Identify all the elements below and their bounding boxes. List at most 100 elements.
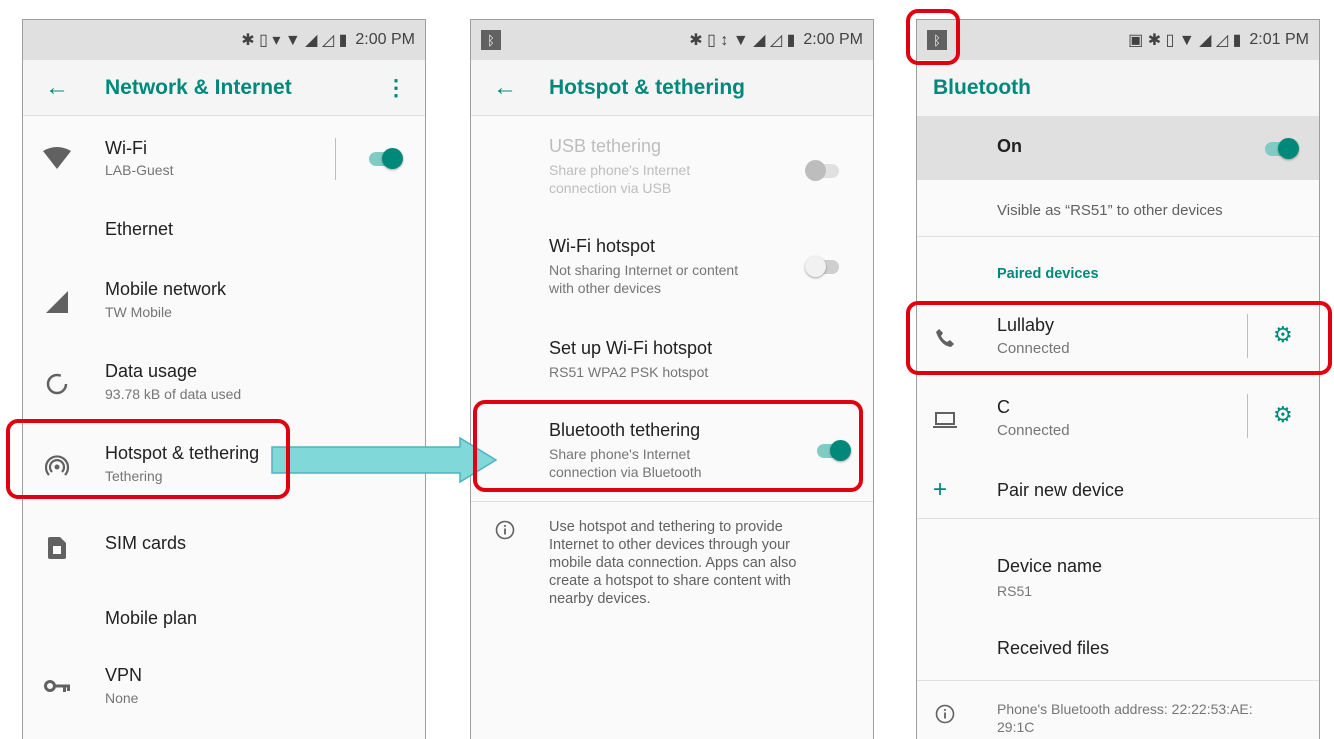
status-icons: ▣ ✱ ▯ ▼ ◢ ◿ ▮ (1128, 32, 1242, 49)
pair-new-device[interactable]: + Pair new device (917, 466, 1319, 516)
laptop-icon (931, 406, 959, 434)
item-subtitle: Share phone's Internet (549, 162, 691, 178)
status-bar: ᛒ ✱ ▯ ↕ ▼ ◢ ◿ ▮ 2:00 PM (471, 20, 873, 60)
list-item-wifi-hotspot[interactable]: Wi-Fi hotspot Not sharing Internet or co… (471, 226, 873, 306)
item-subtitle: LAB-Guest (105, 162, 174, 178)
section-header: Paired devices (997, 266, 1099, 282)
divider (917, 236, 1319, 237)
item-title: Mobile plan (105, 608, 198, 628)
flow-arrow (271, 437, 498, 483)
info-text-line: nearby devices. (549, 591, 651, 607)
hotspot-tethering-screen: ᛒ ✱ ▯ ↕ ▼ ◢ ◿ ▮ 2:00 PM ← Hotspot & teth… (470, 19, 874, 739)
paired-devices-header: Paired devices (917, 260, 1319, 290)
on-label: On (997, 136, 1022, 156)
device-name: C (997, 397, 1010, 417)
item-title: VPN (105, 665, 143, 685)
status-time: 2:01 PM (1249, 31, 1309, 48)
info-footer: Use hotspot and tethering to provide Int… (471, 512, 873, 622)
list-item-setup-wifi-hotspot[interactable]: Set up Wi-Fi hotspot RS51 WPA2 PSK hotsp… (471, 326, 873, 396)
list-item-mobile-plan[interactable]: Mobile plan (23, 594, 425, 644)
divider (917, 680, 1319, 681)
list-item-vpn[interactable]: VPN None (23, 654, 425, 724)
list-item-mobile-network[interactable]: Mobile network TW Mobile (23, 268, 425, 338)
highlight-bluetooth-tethering (473, 400, 863, 492)
usb-tethering-toggle (805, 158, 841, 182)
bluetooth-screen: ᛒ ▣ ✱ ▯ ▼ ◢ ◿ ▮ 2:01 PM Bluetooth On Vis… (916, 19, 1320, 739)
list-item-ethernet[interactable]: Ethernet (23, 200, 425, 250)
item-title: SIM cards (105, 533, 187, 553)
item-subtitle: RS51 WPA2 PSK hotspot (549, 364, 709, 380)
bluetooth-toggle[interactable] (1263, 136, 1299, 160)
page-title: Bluetooth (933, 76, 1031, 99)
bluetooth-address-info: Phone's Bluetooth address: 22:22:53:AE: … (917, 688, 1319, 739)
info-text-line: mobile data connection. Apps can also (549, 555, 797, 571)
signal-icon (43, 288, 71, 316)
page-title: Hotspot & tethering (549, 75, 745, 99)
setting-value: RS51 (997, 583, 1033, 599)
status-icons: ✱ ▯ ↕ ▼ ◢ ◿ ▮ (689, 32, 796, 49)
status-icons: ✱ ▯ ▾ ▼ ◢ ◿ ▮ (241, 32, 348, 49)
back-arrow-icon[interactable]: ← (493, 74, 517, 102)
divider (917, 518, 1319, 519)
item-title: USB tethering (549, 136, 662, 156)
item-subtitle: None (105, 690, 139, 706)
device-name-setting[interactable]: Device name RS51 (917, 546, 1319, 610)
more-options-icon[interactable]: ⋮ (385, 75, 407, 101)
paired-device-c[interactable]: C Connected ⚙ (917, 390, 1319, 450)
back-arrow-icon[interactable]: ← (45, 74, 69, 102)
divider (335, 138, 336, 180)
device-status: Connected (997, 422, 1070, 439)
status-time: 2:00 PM (803, 31, 863, 48)
highlight-bluetooth-status-icon (906, 9, 960, 65)
bluetooth-status-icon: ᛒ (481, 30, 501, 50)
item-subtitle: TW Mobile (105, 304, 172, 320)
divider (1247, 394, 1248, 438)
item-subtitle: Not sharing Internet or content (549, 262, 739, 278)
item-title: Set up Wi-Fi hotspot (549, 338, 713, 358)
bluetooth-master-switch[interactable]: On (917, 116, 1319, 180)
key-icon (43, 672, 71, 700)
setting-title: Device name (997, 556, 1103, 576)
received-files-setting[interactable]: Received files (917, 628, 1319, 668)
address-text: Phone's Bluetooth address: 22:22:53:AE: (997, 701, 1253, 717)
list-item-usb-tethering: USB tethering Share phone's Internet con… (471, 130, 873, 210)
app-bar: ← Network & Internet ⋮ (23, 60, 425, 116)
status-bar: ✱ ▯ ▾ ▼ ◢ ◿ ▮ 2:00 PM (23, 20, 425, 60)
visibility-info: Visible as “RS51” to other devices (917, 180, 1319, 236)
list-item-data-usage[interactable]: Data usage 93.78 kB of data used (23, 350, 425, 420)
info-text-line: Internet to other devices through your (549, 537, 791, 553)
item-title: Wi-Fi (105, 138, 147, 158)
wifi-icon (43, 144, 71, 172)
divider (471, 501, 873, 502)
wifi-toggle[interactable] (367, 146, 403, 170)
plus-icon: + (933, 476, 948, 503)
info-text-line: Use hotspot and tethering to provide (549, 519, 783, 535)
gear-icon[interactable]: ⚙ (1273, 402, 1293, 428)
item-title: Wi-Fi hotspot (549, 236, 656, 256)
item-subtitle: connection via USB (549, 180, 672, 196)
item-subtitle: with other devices (549, 280, 662, 296)
wifi-hotspot-toggle[interactable] (805, 254, 841, 278)
list-item-sim-cards[interactable]: SIM cards (23, 514, 425, 570)
network-internet-screen: ✱ ▯ ▾ ▼ ◢ ◿ ▮ 2:00 PM ← Network & Intern… (22, 19, 426, 739)
status-bar: ᛒ ▣ ✱ ▯ ▼ ◢ ◿ ▮ 2:01 PM (917, 20, 1319, 60)
highlight-lullaby-device (906, 301, 1332, 375)
setting-title: Received files (997, 638, 1110, 658)
item-title: Data usage (105, 361, 198, 381)
status-time: 2:00 PM (355, 31, 415, 48)
highlight-hotspot-tethering (6, 419, 290, 499)
item-title: Mobile network (105, 279, 227, 299)
list-item-wifi[interactable]: Wi-Fi LAB-Guest (23, 116, 425, 196)
app-bar: Bluetooth (917, 60, 1319, 116)
item-title: Ethernet (105, 219, 174, 239)
app-bar: ← Hotspot & tethering (471, 60, 873, 116)
item-subtitle: 93.78 kB of data used (105, 386, 242, 402)
page-title: Network & Internet (105, 75, 292, 99)
info-icon (491, 516, 519, 544)
info-icon (931, 700, 959, 728)
info-text-line: create a hotspot to share content with (549, 573, 791, 589)
sim-card-icon (43, 534, 71, 562)
data-usage-icon (43, 370, 71, 398)
visible-as-text: Visible as “RS51” to other devices (997, 202, 1223, 219)
address-text: 29:1C (997, 719, 1035, 735)
